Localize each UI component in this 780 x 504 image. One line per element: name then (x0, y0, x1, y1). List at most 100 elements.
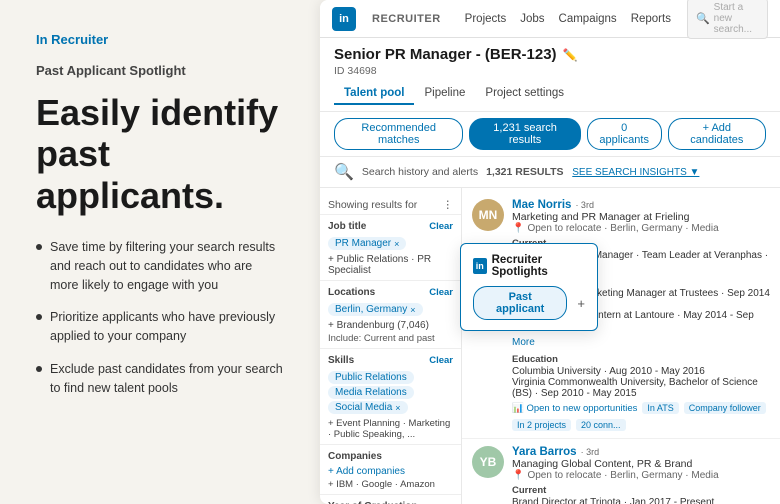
see-insights-link[interactable]: SEE SEARCH INSIGHTS ▼ (572, 167, 699, 178)
in-recruiter-link[interactable]: In Recruiter (36, 32, 284, 47)
showing-results-row: Showing results for ⋮ (320, 196, 461, 214)
skills-text: Skills (328, 355, 354, 366)
tab-project-settings[interactable]: Project settings (475, 83, 574, 105)
bullet-list: Save time by filtering your search resul… (36, 238, 284, 397)
skills-filter: Skills Clear Public Relations Media Rela… (320, 348, 461, 444)
job-title-more[interactable]: + Public Relations · PR Specialist (328, 254, 453, 276)
nav-campaigns[interactable]: Campaigns (559, 13, 617, 25)
insight-ats-1: In ATS (642, 402, 678, 414)
job-title-filter: Job title Clear PR Manager × + Public Re… (320, 214, 461, 280)
companies-filter: Companies + Add companies + IBM · Google… (320, 444, 461, 494)
candidate-name-1[interactable]: Mae Norris (512, 199, 571, 211)
tab-talent-pool[interactable]: Talent pool (334, 83, 414, 105)
current-label-2: Current (512, 485, 770, 496)
skills-more[interactable]: + Event Planning · Marketing · Public Sp… (328, 418, 453, 440)
edit-icon[interactable]: ✏️ (563, 48, 578, 62)
insights-row-1: 📊 Open to new opportunities In ATS Compa… (512, 402, 770, 431)
avatar-2: YB (472, 446, 504, 478)
recruiter-badge: RECRUITER (372, 13, 441, 25)
job-header: Senior PR Manager - (BER-123) ✏️ ID 3469… (320, 38, 780, 112)
companies-add[interactable]: + Add companies (328, 466, 453, 477)
li-logo: in (332, 7, 356, 31)
skill-tag-pr[interactable]: Public Relations (328, 371, 414, 384)
companies-label: Companies (328, 451, 453, 462)
location-more[interactable]: + Brandenburg (7,046) (328, 320, 453, 331)
skills-label: Skills Clear (328, 355, 453, 366)
insight-conn-1: 20 conn... (576, 419, 626, 431)
candidates-list: MN Mae Norris · 3rd Marketing and PR Man… (462, 188, 780, 504)
search-history-icon: 🔍 (334, 162, 354, 182)
job-title-label: Job title Clear (328, 221, 453, 232)
job-id: ID 34698 (334, 65, 766, 77)
filter-bar: 🔍 Search history and alerts 1,321 RESULT… (320, 157, 780, 188)
spotlight-actions: Past applicant + (473, 286, 585, 320)
nav-projects[interactable]: Projects (465, 13, 507, 25)
companies-more[interactable]: + IBM · Google · Amazon (328, 479, 453, 490)
bullet-item: Exclude past candidates from your search… (36, 360, 284, 398)
bullet-text: Exclude past candidates from your search… (50, 360, 284, 398)
search-results-button[interactable]: 1,231 search results (469, 118, 580, 150)
right-panel: in RECRUITER Projects Jobs Campaigns Rep… (320, 0, 780, 504)
skills-clear[interactable]: Clear (429, 355, 453, 366)
insight-projects-1: In 2 projects (512, 419, 571, 431)
nav-jobs[interactable]: Jobs (520, 13, 544, 25)
spotlight-li-icon: in (473, 258, 487, 274)
location-tag-berlin[interactable]: Berlin, Germany × (328, 303, 423, 316)
degree-badge-1: · 3rd (575, 200, 594, 210)
avatar-1: MN (472, 199, 504, 231)
skill-tag-social[interactable]: Social Media × (328, 401, 408, 414)
bullet-dot (36, 244, 42, 250)
bullet-dot (36, 314, 42, 320)
insight-open-1[interactable]: 📊 Open to new opportunities (512, 403, 637, 414)
bullet-item: Prioritize applicants who have previousl… (36, 308, 284, 346)
spotlight-title: Recruiter Spotlights (492, 254, 585, 278)
job-title-clear[interactable]: Clear (429, 221, 453, 232)
job-title-row: Senior PR Manager - (BER-123) ✏️ (334, 46, 766, 63)
spotlight-popup: in Recruiter Spotlights Past applicant + (460, 243, 598, 331)
candidate-location-1: 📍 Open to relocate · Berlin, Germany · M… (512, 223, 770, 234)
companies-text: Companies (328, 451, 382, 462)
insight-follower-1: Company follower (684, 402, 766, 414)
spotlight-plus-icon[interactable]: + (577, 296, 585, 311)
nav-reports[interactable]: Reports (631, 13, 671, 25)
degree-badge-2: · 3rd (581, 447, 600, 457)
candidate-name-2[interactable]: Yara Barros (512, 446, 577, 458)
spotlight-label: Past Applicant Spotlight (36, 63, 284, 78)
results-info: 1,321 RESULTS SEE SEARCH INSIGHTS ▼ (486, 166, 766, 178)
bullet-text: Save time by filtering your search resul… (50, 238, 284, 294)
location-include: Include: Current and past (328, 333, 453, 344)
bullet-dot (36, 366, 42, 372)
candidate-info-2: Yara Barros · 3rd Managing Global Conten… (512, 446, 770, 504)
locations-text: Locations (328, 287, 375, 298)
tab-pipeline[interactable]: Pipeline (414, 83, 475, 105)
filters-sidebar: Showing results for ⋮ Job title Clear PR… (320, 188, 462, 504)
candidate-title-1: Marketing and PR Manager at Frieling (512, 211, 770, 223)
job-title-tag-pr-manager[interactable]: PR Manager × (328, 237, 406, 250)
skill-tag-media[interactable]: Media Relations (328, 386, 414, 399)
education-text-1: Columbia University · Aug 2010 - May 201… (512, 366, 770, 399)
candidate-location-2: 📍 Open to relocate · Berlin, Germany · M… (512, 470, 770, 481)
bullet-item: Save time by filtering your search resul… (36, 238, 284, 294)
results-count: 1,321 RESULTS (486, 166, 563, 178)
location-icon-1: 📍 (512, 223, 524, 234)
job-title-text: Job title (328, 221, 366, 232)
past-applicant-button[interactable]: Past applicant (473, 286, 567, 320)
locations-filter: Locations Clear Berlin, Germany × + Bran… (320, 280, 461, 348)
candidate-title-2: Managing Global Content, PR & Brand (512, 458, 770, 470)
nav-search-bar[interactable]: 🔍 Start a new search... (687, 0, 768, 39)
education-label-1: Education (512, 354, 770, 365)
showing-label: Showing results for (328, 199, 417, 211)
candidate-card-2: YB Yara Barros · 3rd Managing Global Con… (462, 439, 780, 504)
recommended-matches-button[interactable]: Recommended matches (334, 118, 463, 150)
locations-label: Locations Clear (328, 287, 453, 298)
showing-options-icon[interactable]: ⋮ (443, 199, 454, 211)
current-text-2: Brand Director at Trinota · Jan 2017 - P… (512, 497, 770, 504)
applicants-button[interactable]: 0 applicants (587, 118, 662, 150)
graduation-filter: Year of Graduation + Add graduation year… (320, 494, 461, 504)
spotlight-popup-header: in Recruiter Spotlights (473, 254, 585, 278)
more-link-1[interactable]: More (512, 337, 535, 348)
search-placeholder: Start a new search... (714, 2, 759, 35)
add-candidates-button[interactable]: + Add candidates (668, 118, 766, 150)
main-content: Showing results for ⋮ Job title Clear PR… (320, 188, 780, 504)
locations-clear[interactable]: Clear (429, 287, 453, 298)
